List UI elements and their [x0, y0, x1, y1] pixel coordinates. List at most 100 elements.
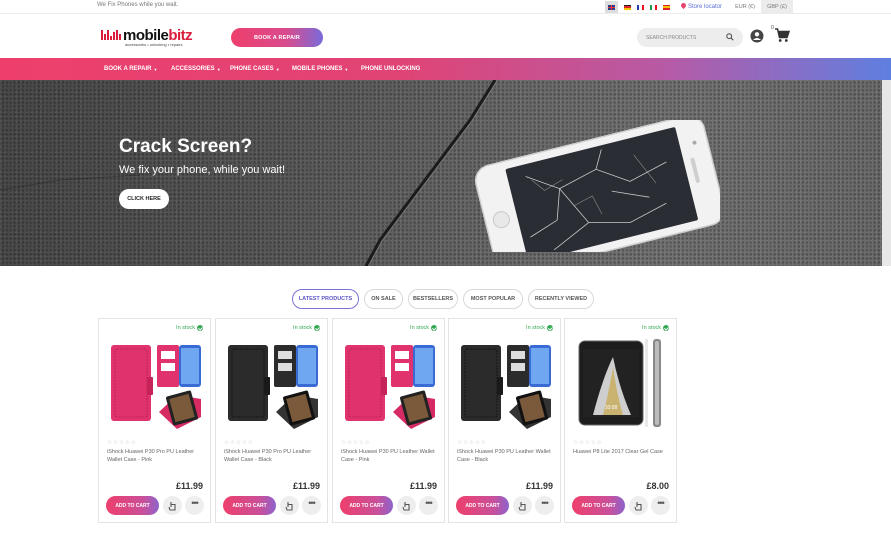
quick-view-button[interactable] — [513, 496, 532, 515]
product-card[interactable]: In stock ☆☆☆☆☆ iShock Huawei P30 Pro PU … — [98, 318, 211, 523]
hand-pointer-icon — [402, 501, 410, 511]
site-header: mobilebitz accessories • unlocking • rep… — [0, 14, 891, 58]
cracked-phone-image — [474, 120, 720, 252]
stock-status: In stock — [176, 325, 203, 331]
product-name[interactable]: Huawei P8 Lite 2017 Clear Gel Case — [573, 449, 673, 457]
more-options-button[interactable]: ••• — [302, 496, 321, 515]
quick-view-button[interactable] — [280, 496, 299, 515]
black-wallet-case-image — [228, 345, 318, 429]
stock-status: In stock — [410, 325, 437, 331]
top-bar: We Fix Phones while you wait. Store loca… — [0, 0, 891, 14]
hand-pointer-icon — [285, 501, 293, 511]
product-card[interactable]: In stock ☆☆☆☆☆ iShock Huawei P30 PU Leat… — [448, 318, 561, 523]
store-locator-label: Store locator — [688, 3, 723, 10]
uk-flag-icon[interactable] — [605, 1, 618, 13]
hand-pointer-icon — [168, 501, 176, 511]
tab-recently-viewed[interactable]: RECENTLY VIEWED — [528, 289, 594, 309]
product-price: £11.99 — [409, 481, 437, 491]
check-icon — [547, 325, 553, 331]
add-to-cart-button[interactable]: ADD TO CART — [456, 496, 509, 515]
more-dots-icon: ••• — [541, 498, 549, 508]
tab-most-popular[interactable]: MOST POPULAR — [463, 289, 523, 309]
product-name[interactable]: iShock Huawei P30 PU Leather Wallet Case… — [457, 449, 557, 464]
nav-phone-unlocking[interactable]: PHONE UNLOCKING — [361, 58, 420, 80]
check-icon — [197, 325, 203, 331]
hero-subtitle: We fix your phone, while you wait! — [119, 164, 286, 176]
nav-mobile-phones[interactable]: MOBILE PHONES ▼ — [292, 58, 348, 80]
nav-book-repair[interactable]: BOOK A REPAIR ▼ — [104, 58, 157, 80]
more-dots-icon: ••• — [425, 498, 433, 508]
product-card[interactable]: In stock 10:08 ☆☆☆☆☆ Huawei P8 Lite 2017… — [564, 318, 677, 523]
currency-gbp[interactable]: GBP (£) — [761, 0, 793, 14]
add-to-cart-button[interactable]: ADD TO CART — [223, 496, 276, 515]
es-flag-icon[interactable] — [663, 4, 670, 10]
hero-cta-button[interactable]: CLICK HERE — [119, 189, 169, 209]
quick-view-button[interactable] — [629, 496, 648, 515]
hand-pointer-icon — [634, 501, 642, 511]
more-options-button[interactable]: ••• — [419, 496, 438, 515]
currency-eur[interactable]: EUR (€) — [730, 0, 760, 14]
more-dots-icon: ••• — [191, 498, 199, 508]
rating-stars: ☆☆☆☆☆ — [341, 440, 371, 446]
product-price: £11.99 — [175, 481, 203, 491]
more-options-button[interactable]: ••• — [185, 496, 204, 515]
logo-tagline: accessories • unlocking • repairs — [125, 42, 183, 47]
product-name[interactable]: iShock Huawei P30 Pro PU Leather Wallet … — [107, 449, 207, 464]
it-flag-icon[interactable] — [650, 4, 657, 10]
chevron-down-icon: ▼ — [216, 66, 221, 72]
chevron-down-icon: ▼ — [344, 66, 349, 72]
black-wallet-case-image — [461, 345, 551, 429]
pink-wallet-case-image — [345, 345, 435, 429]
site-logo[interactable]: mobilebitz accessories • unlocking • rep… — [101, 27, 201, 50]
tab-latest-products[interactable]: LATEST PRODUCTS — [292, 289, 359, 309]
pink-wallet-case-image — [111, 345, 201, 429]
account-icon[interactable] — [750, 29, 764, 43]
more-options-button[interactable]: ••• — [651, 496, 670, 515]
fr-flag-icon[interactable] — [637, 4, 644, 10]
search-box — [637, 28, 743, 47]
nav-accessories[interactable]: ACCESSORIES ▼ — [171, 58, 221, 80]
rating-stars: ☆☆☆☆☆ — [457, 440, 487, 446]
nav-phone-cases[interactable]: PHONE CASES ▼ — [230, 58, 280, 80]
check-icon — [314, 325, 320, 331]
stock-status: In stock — [526, 325, 553, 331]
check-icon — [431, 325, 437, 331]
product-price: £8.00 — [646, 481, 669, 491]
main-nav: BOOK A REPAIR ▼ ACCESSORIES ▼ PHONE CASES ▼… — [0, 58, 891, 80]
check-icon — [663, 325, 669, 331]
cart-icon[interactable] — [774, 28, 790, 43]
product-name[interactable]: iShock Huawei P30 Pro PU Leather Wallet … — [224, 449, 324, 464]
svg-text:10:08: 10:08 — [605, 405, 618, 411]
map-pin-icon — [681, 3, 686, 10]
add-to-cart-button[interactable]: ADD TO CART — [340, 496, 393, 515]
de-flag-icon[interactable] — [624, 4, 631, 10]
product-name[interactable]: iShock Huawei P30 PU Leather Wallet Case… — [341, 449, 441, 464]
quick-view-button[interactable] — [163, 496, 182, 515]
tagline: We Fix Phones while you wait. — [97, 2, 179, 8]
search-input[interactable] — [646, 33, 721, 42]
product-price: £11.99 — [525, 481, 553, 491]
clear-gel-case-phone-image: 10:08 — [578, 339, 661, 427]
rating-stars: ☆☆☆☆☆ — [573, 440, 603, 446]
chevron-down-icon: ▼ — [153, 66, 158, 72]
stock-status: In stock — [642, 325, 669, 331]
hand-pointer-icon — [518, 501, 526, 511]
search-icon[interactable] — [726, 33, 734, 41]
language-switcher — [605, 1, 670, 13]
product-tabs: LATEST PRODUCTS ON SALE BESTSELLERS MOST… — [0, 289, 891, 309]
tab-bestsellers[interactable]: BESTSELLERS — [408, 289, 458, 309]
hero-banner: Crack Screen? We fix your phone, while y… — [0, 80, 891, 266]
product-card[interactable]: In stock ☆☆☆☆☆ iShock Huawei P30 PU Leat… — [332, 318, 445, 523]
more-options-button[interactable]: ••• — [535, 496, 554, 515]
product-price: £11.99 — [292, 481, 320, 491]
add-to-cart-button[interactable]: ADD TO CART — [572, 496, 625, 515]
tab-on-sale[interactable]: ON SALE — [364, 289, 403, 309]
quick-view-button[interactable] — [397, 496, 416, 515]
book-repair-button[interactable]: BOOK A REPAIR — [231, 28, 323, 47]
store-locator-link[interactable]: Store locator — [681, 3, 722, 10]
more-dots-icon: ••• — [657, 498, 665, 508]
logo-mark-icon — [101, 30, 123, 40]
product-card[interactable]: In stock ☆☆☆☆☆ iShock Huawei P30 Pro PU … — [215, 318, 328, 523]
chevron-down-icon: ▼ — [275, 66, 280, 72]
add-to-cart-button[interactable]: ADD TO CART — [106, 496, 159, 515]
